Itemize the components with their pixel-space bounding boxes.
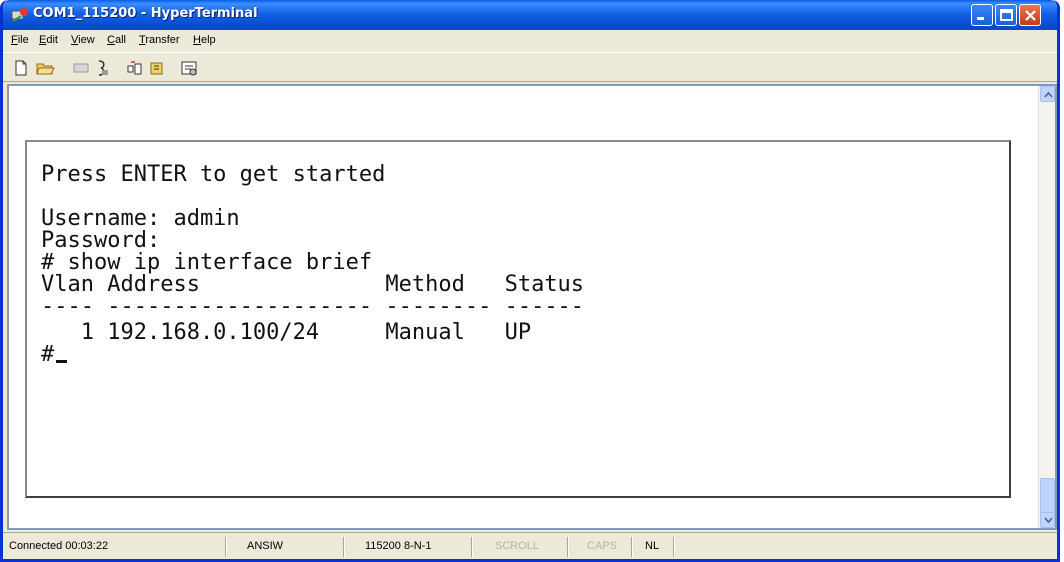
receive-icon[interactable] [147,58,167,78]
chevron-down-icon [1044,517,1053,524]
toolbar [3,52,1057,82]
status-divider [673,537,675,557]
maximize-button[interactable] [995,4,1017,26]
terminal-line: # show ip interface brief [41,250,373,275]
minimize-icon [977,17,984,20]
terminal-area[interactable]: Press ENTER to get started Username: adm… [7,84,1057,530]
terminal-line: Password: [41,228,161,253]
terminal-screen[interactable]: Press ENTER to get started Username: adm… [25,140,1011,498]
title-bar[interactable]: COM1_115200 - HyperTerminal [3,0,1057,30]
status-divider [631,537,633,557]
terminal-line: 1 192.168.0.100/24 Manual UP [41,320,532,345]
menu-file[interactable]: File [11,34,29,46]
window-title: COM1_115200 - HyperTerminal [33,6,258,21]
terminal-line: Vlan Address Method Status [41,272,585,297]
disconnect-icon[interactable] [71,58,91,78]
menu-bar: File Edit View Call Transfer Help [3,30,1057,52]
maximize-icon [1000,9,1013,21]
caps-lock-status: CAPS [587,540,617,552]
hyperterminal-window: COM1_115200 - HyperTerminal File Edit Vi… [0,0,1060,562]
terminal-line: Username: admin [41,206,240,231]
text-cursor [56,360,68,363]
prompt-line: # [41,342,68,367]
chevron-up-icon [1044,91,1053,98]
open-icon[interactable] [35,58,55,78]
menu-transfer[interactable]: Transfer [139,34,180,46]
terminal-line: Press ENTER to get started [41,162,386,187]
properties-icon[interactable] [179,58,199,78]
status-bar: Connected 00:03:22 ANSIW 115200 8-N-1 SC… [3,532,1057,559]
vertical-scrollbar[interactable] [1038,86,1055,528]
emulation-status: ANSIW [247,540,284,552]
status-divider [471,537,473,557]
new-icon[interactable] [11,58,31,78]
scroll-down-button[interactable] [1040,512,1055,528]
scroll-thumb[interactable] [1040,478,1055,514]
hyperterminal-icon [11,8,28,22]
prompt: # [41,342,55,367]
scroll-lock-status: SCROLL [495,540,540,552]
close-icon [1025,10,1036,21]
connection-status: Connected 00:03:22 [9,540,109,552]
send-icon[interactable] [125,58,145,78]
menu-help[interactable]: Help [193,34,216,46]
menu-edit[interactable]: Edit [39,34,58,46]
port-settings-status: 115200 8-N-1 [365,540,432,552]
close-button[interactable] [1019,4,1041,26]
status-divider [225,537,227,557]
status-divider [567,537,569,557]
num-lock-status: NL [645,540,660,552]
terminal-line: ---- -------------------- -------- -----… [41,294,585,319]
menu-call[interactable]: Call [107,34,126,46]
status-divider [343,537,345,557]
menu-view[interactable]: View [71,34,95,46]
minimize-button[interactable] [971,4,993,26]
dial-icon[interactable] [93,58,113,78]
scroll-up-button[interactable] [1040,86,1055,102]
